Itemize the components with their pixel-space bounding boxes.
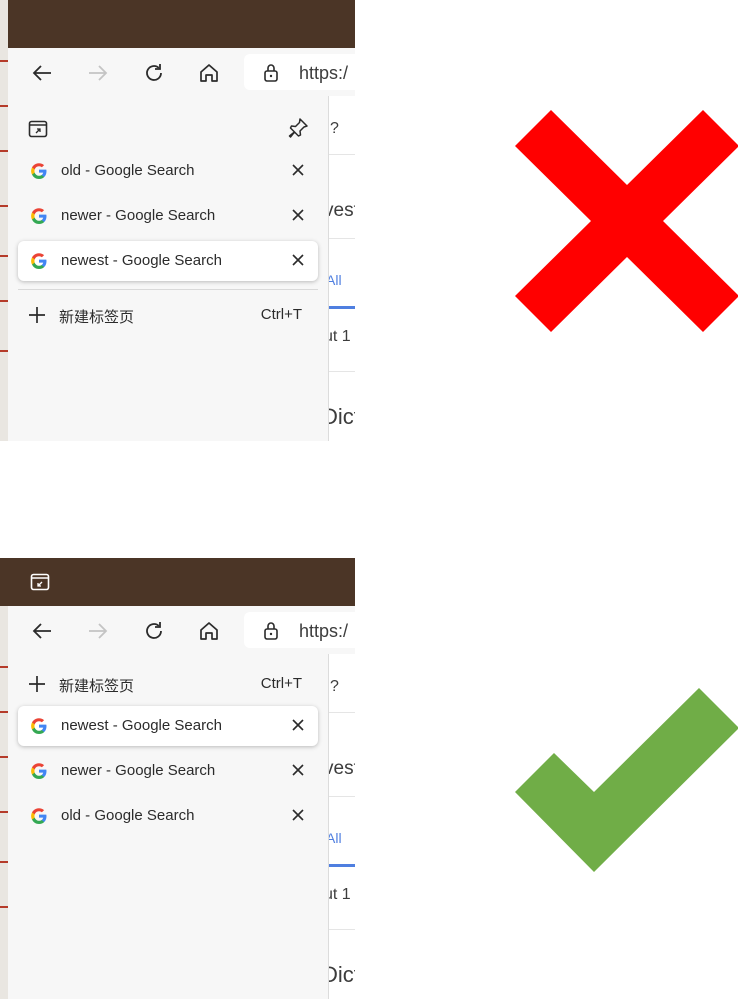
close-icon[interactable] bbox=[290, 717, 306, 733]
address-bar[interactable]: https:/ bbox=[244, 54, 355, 90]
google-favicon bbox=[31, 208, 47, 224]
forward-icon bbox=[89, 65, 108, 81]
google-favicon bbox=[31, 718, 47, 734]
forward-icon bbox=[89, 623, 108, 639]
google-favicon bbox=[31, 253, 47, 269]
address-bar[interactable]: https:/ bbox=[244, 612, 355, 648]
page-fragment: Dict bbox=[328, 962, 355, 987]
tab-title: newest - Google Search bbox=[61, 717, 222, 734]
google-favicon bbox=[31, 808, 47, 824]
background-window-edge bbox=[0, 606, 8, 999]
red-cross-icon bbox=[515, 110, 738, 332]
active-tab-indicator bbox=[328, 864, 355, 867]
title-bar bbox=[0, 558, 355, 606]
divider bbox=[18, 289, 318, 290]
page-fragment: vest bbox=[328, 758, 355, 779]
new-tab-label: 新建标签页 bbox=[59, 678, 135, 695]
new-tab-shortcut: Ctrl+T bbox=[260, 675, 302, 692]
divider bbox=[328, 238, 355, 239]
page-fragment: ? bbox=[330, 120, 339, 137]
vertical-tabs-icon[interactable] bbox=[28, 120, 48, 138]
forward-button[interactable] bbox=[83, 58, 113, 88]
back-button[interactable] bbox=[27, 58, 57, 88]
back-icon bbox=[32, 65, 51, 81]
browser-toolbar: https:/ bbox=[8, 606, 355, 654]
tab-item[interactable]: old - Google Search bbox=[18, 796, 318, 836]
refresh-icon bbox=[146, 64, 162, 81]
google-favicon bbox=[31, 163, 47, 179]
lock-icon bbox=[264, 622, 278, 640]
divider bbox=[328, 929, 355, 930]
background-window-edge bbox=[0, 0, 8, 441]
active-tab-indicator bbox=[328, 306, 355, 309]
screenshot-incorrect: https:/ ? vest All ut 1 Dict old - Googl… bbox=[0, 0, 355, 441]
home-button[interactable] bbox=[194, 58, 224, 88]
close-icon[interactable] bbox=[290, 252, 306, 268]
new-tab-button[interactable]: 新建标签页 Ctrl+T bbox=[18, 664, 318, 704]
tab-title: newest - Google Search bbox=[61, 252, 222, 269]
page-fragment: ? bbox=[330, 678, 339, 695]
home-icon bbox=[200, 64, 218, 82]
divider bbox=[328, 712, 355, 713]
page-fragment: All bbox=[328, 272, 342, 288]
forward-button[interactable] bbox=[83, 616, 113, 646]
refresh-button[interactable] bbox=[139, 58, 169, 88]
tab-item-active[interactable]: newest - Google Search bbox=[18, 706, 318, 746]
back-icon bbox=[32, 623, 51, 639]
back-button[interactable] bbox=[27, 616, 57, 646]
tab-item[interactable]: newer - Google Search bbox=[18, 196, 318, 236]
page-fragment: vest bbox=[328, 200, 355, 221]
title-bar bbox=[0, 0, 355, 48]
url-text: https:/ bbox=[299, 63, 349, 83]
screenshot-correct: https:/ ? vest All ut 1 Dict 新建标签页 Ctrl+… bbox=[0, 558, 355, 999]
page-fragment: Dict bbox=[328, 404, 355, 429]
vertical-tabs-icon[interactable] bbox=[30, 573, 50, 591]
refresh-button[interactable] bbox=[139, 616, 169, 646]
vertical-tabs-panel: 新建标签页 Ctrl+T newest - Google Search newe… bbox=[8, 654, 329, 999]
page-fragment: All bbox=[328, 830, 342, 846]
close-icon[interactable] bbox=[290, 807, 306, 823]
divider bbox=[328, 154, 355, 155]
page-fragment: ut 1 bbox=[328, 886, 351, 903]
new-tab-button[interactable]: 新建标签页 Ctrl+T bbox=[18, 295, 318, 335]
page-content-behind: ? vest All ut 1 Dict bbox=[328, 654, 355, 999]
close-icon[interactable] bbox=[290, 207, 306, 223]
tab-item[interactable]: newer - Google Search bbox=[18, 751, 318, 791]
page-fragment: ut 1 bbox=[328, 328, 351, 345]
tab-title: newer - Google Search bbox=[61, 762, 216, 779]
browser-toolbar: https:/ bbox=[8, 48, 355, 96]
tab-title: old - Google Search bbox=[61, 807, 195, 824]
page-content-behind: ? vest All ut 1 Dict bbox=[328, 96, 355, 441]
tab-title: old - Google Search bbox=[61, 162, 195, 179]
plus-icon bbox=[29, 307, 45, 323]
close-icon[interactable] bbox=[290, 762, 306, 778]
plus-icon bbox=[29, 676, 45, 692]
home-icon bbox=[200, 622, 218, 640]
tab-item-active[interactable]: newest - Google Search bbox=[18, 241, 318, 281]
close-icon[interactable] bbox=[290, 162, 306, 178]
divider bbox=[328, 371, 355, 372]
vertical-tabs-panel: old - Google Search newer - Google Searc… bbox=[8, 96, 329, 441]
tab-title: newer - Google Search bbox=[61, 207, 216, 224]
green-check-icon bbox=[515, 688, 738, 872]
refresh-icon bbox=[146, 622, 162, 639]
home-button[interactable] bbox=[194, 616, 224, 646]
google-favicon bbox=[31, 763, 47, 779]
divider bbox=[328, 796, 355, 797]
new-tab-label: 新建标签页 bbox=[59, 309, 135, 326]
lock-icon bbox=[264, 64, 278, 82]
new-tab-shortcut: Ctrl+T bbox=[260, 306, 302, 323]
tab-item[interactable]: old - Google Search bbox=[18, 151, 318, 191]
pin-icon[interactable] bbox=[286, 116, 310, 140]
url-text: https:/ bbox=[299, 621, 349, 641]
